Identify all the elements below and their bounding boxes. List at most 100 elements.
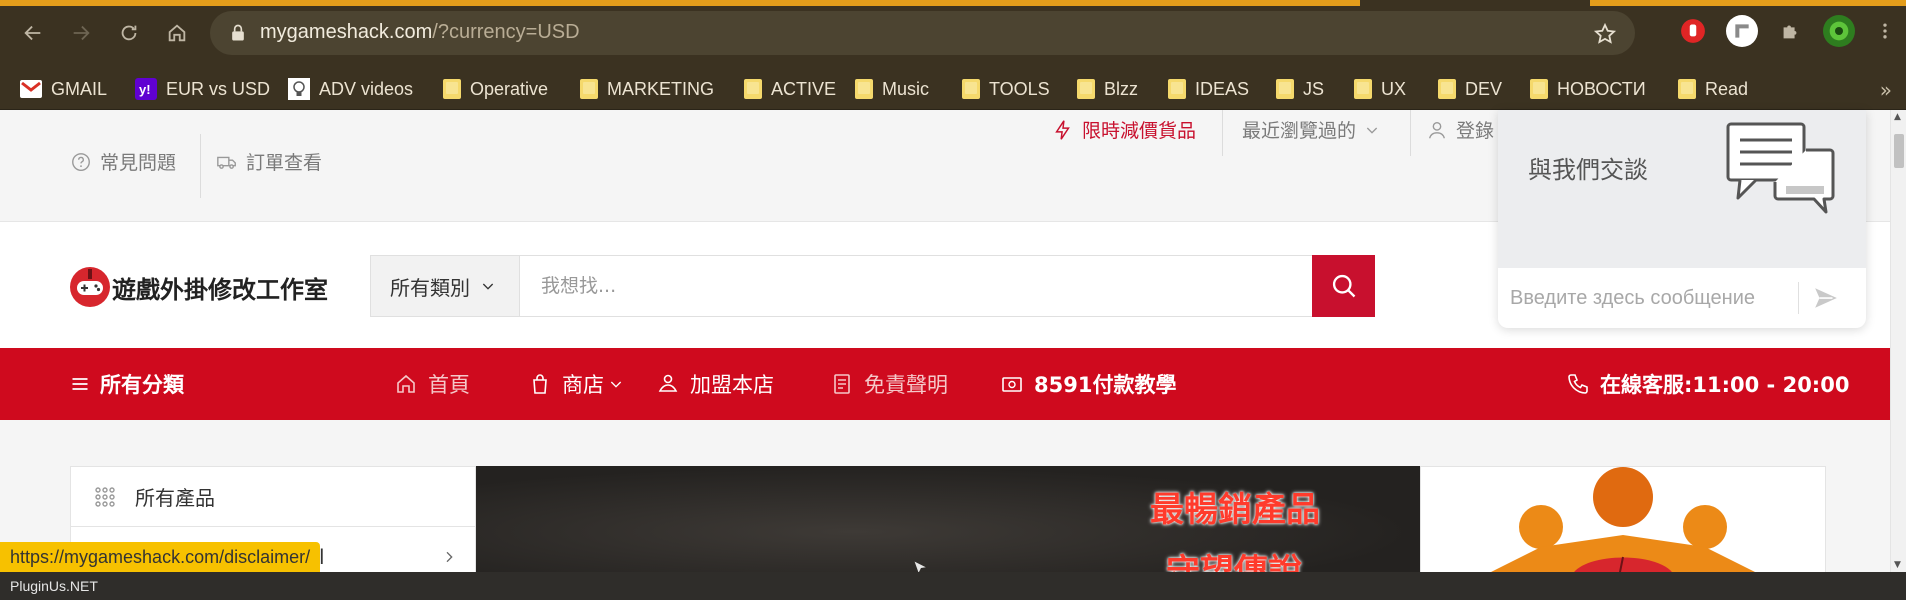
folder-icon (1438, 79, 1456, 99)
search-button[interactable] (1312, 255, 1375, 317)
reload-button[interactable] (112, 16, 146, 50)
side-banner[interactable] (1420, 466, 1826, 576)
adblock-extension-button[interactable] (1676, 14, 1710, 48)
bookmark-ideas[interactable]: IDEAS (1168, 68, 1249, 110)
nav-home[interactable]: 首頁 (394, 348, 470, 420)
scroll-thumb[interactable] (1894, 134, 1904, 168)
lightning-icon (1055, 119, 1070, 140)
bookmark-operative[interactable]: Operative (443, 68, 548, 110)
tab-strip-accent (1590, 0, 1906, 6)
forward-button[interactable] (64, 16, 98, 50)
chat-title: 與我們交談 (1528, 156, 1648, 184)
divider (1410, 110, 1411, 156)
nav-shop[interactable]: 商店 (528, 348, 624, 420)
bookmark-active[interactable]: ACTIVE (744, 68, 836, 110)
search-input[interactable] (521, 256, 1316, 316)
arrow-left-icon (24, 25, 41, 41)
hamburger-icon (72, 378, 88, 390)
all-categories-menu[interactable]: 所有分類 (70, 348, 184, 420)
url-text: mygameshack.com/?currency=USD (260, 21, 580, 43)
folder-icon (1168, 79, 1186, 99)
window-footer: PluginUs.NET (0, 572, 1906, 600)
hero-banner[interactable]: 最暢銷產品 守望傳說 (476, 466, 1420, 576)
link-hover-status: https://mygameshack.com/disclaimer/ (0, 542, 321, 572)
site-logo[interactable]: 遊戲外掛修改工作室 (70, 267, 328, 307)
bookmark-read[interactable]: Read (1678, 68, 1748, 110)
yahoo-icon: y! (135, 78, 157, 100)
category-select[interactable]: 所有類別 (371, 256, 520, 316)
chat-input-row (1498, 268, 1866, 328)
bookmarks-overflow-icon[interactable]: » (1880, 78, 1892, 102)
nav-join[interactable]: 加盟本店 (656, 348, 774, 420)
faq-link[interactable]: 常見問題 (70, 148, 176, 175)
bookmark-music[interactable]: Music (855, 68, 929, 110)
phone-icon (1568, 374, 1588, 394)
divider (1222, 110, 1223, 156)
folder-icon (855, 79, 873, 99)
bookmark-ux[interactable]: UX (1354, 68, 1406, 110)
shopping-bag-icon (533, 374, 547, 394)
banner-headline: 最暢銷產品 (1150, 490, 1320, 530)
bookmark-dev[interactable]: DEV (1438, 68, 1502, 110)
folder-icon (1354, 79, 1372, 99)
avatar[interactable] (1822, 14, 1856, 48)
gmail-icon (20, 80, 42, 98)
profile-extension-button[interactable] (1725, 14, 1759, 48)
bookmark-gmail[interactable]: GMAIL (20, 68, 107, 110)
divider (200, 134, 201, 198)
stop-hand-icon (1681, 19, 1705, 43)
document-icon (834, 374, 850, 394)
browser-menu-button[interactable] (1868, 14, 1902, 48)
bookmark-tools[interactable]: TOOLS (962, 68, 1050, 110)
bookmark-star-icon[interactable] (1593, 22, 1617, 46)
scroll-up-icon[interactable]: ▲ (1894, 112, 1901, 122)
address-bar[interactable]: mygameshack.com/?currency=USD (210, 11, 1635, 55)
live-chat-widget: 與我們交談 (1498, 110, 1866, 328)
folder-icon (1077, 79, 1095, 99)
gamepad-logo-icon (70, 267, 110, 307)
order-check-link[interactable]: 訂單查看 (216, 148, 322, 175)
send-icon[interactable] (1813, 285, 1839, 311)
support-hours: 在線客服:11:00 - 20:00 (1566, 348, 1849, 420)
back-button[interactable] (16, 16, 50, 50)
extensions-button[interactable] (1773, 14, 1807, 48)
bookmark-js[interactable]: JS (1276, 68, 1324, 110)
footer-text: PluginUs.NET (10, 578, 98, 594)
kebab-menu-icon (1883, 23, 1887, 39)
folder-icon (443, 79, 461, 99)
truck-icon (217, 156, 236, 169)
bookmark-novosti[interactable]: НОВОСТИ (1530, 68, 1646, 110)
chat-bubbles-icon (1726, 122, 1835, 214)
sidebar-item-all-products[interactable]: 所有產品 (71, 467, 475, 527)
team-illustration-icon (1485, 467, 1761, 575)
bookmark-marketing[interactable]: MARKETING (580, 68, 714, 110)
payment-icon (1002, 377, 1022, 392)
flash-sale-link[interactable]: 限時減價貨品 (1052, 116, 1196, 143)
page-scrollbar[interactable]: ▲ ▼ (1890, 110, 1906, 572)
bookmark-eur-usd[interactable]: y! EUR vs USD (135, 68, 270, 110)
bookmark-adv-videos[interactable]: ADV videos (288, 68, 413, 110)
scroll-down-icon[interactable]: ▼ (1894, 560, 1901, 570)
login-link[interactable]: 登錄 (1426, 116, 1494, 143)
chevron-down-icon (610, 381, 622, 388)
folder-icon (1530, 79, 1548, 99)
browser-toolbar: mygameshack.com/?currency=USD (0, 0, 1906, 68)
search-form: 所有類別 (370, 255, 1375, 317)
chevron-down-icon (1366, 127, 1378, 134)
home-icon (397, 374, 415, 393)
nav-disclaimer[interactable]: 免責聲明 (830, 348, 948, 420)
folder-icon (1276, 79, 1294, 99)
folder-icon (744, 79, 762, 99)
bookmark-blzz[interactable]: Blzz (1077, 68, 1138, 110)
folder-icon (1678, 79, 1696, 99)
recently-viewed-dropdown[interactable]: 最近瀏覽過的 (1242, 116, 1380, 143)
svg-text:y!: y! (139, 82, 151, 97)
chat-message-input[interactable] (1498, 269, 1798, 327)
chevron-right-icon (446, 551, 453, 563)
nav-payment-guide[interactable]: 8591付款教學 (1000, 348, 1176, 420)
home-icon (168, 24, 186, 42)
home-button[interactable] (160, 16, 194, 50)
reload-icon (121, 25, 137, 41)
chat-header[interactable]: 與我們交談 (1498, 110, 1866, 268)
avatar-icon (1823, 15, 1855, 47)
